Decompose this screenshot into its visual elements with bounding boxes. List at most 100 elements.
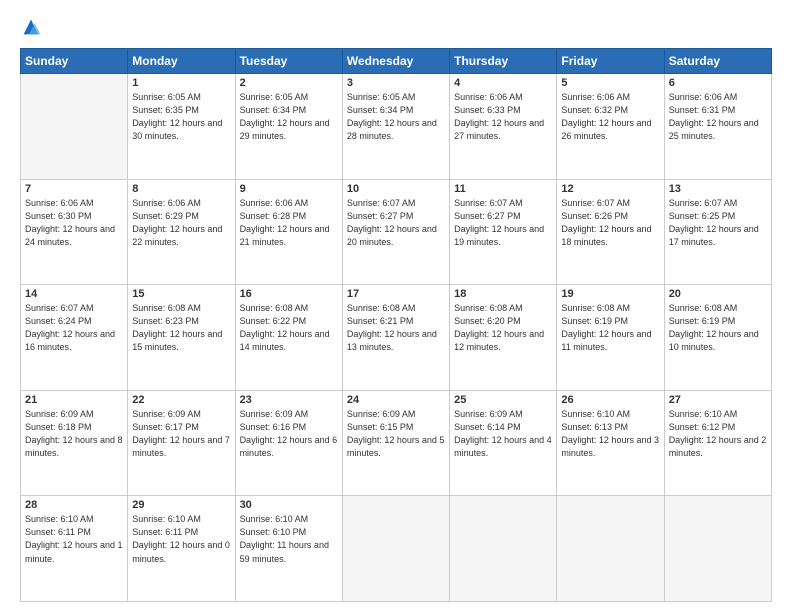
- calendar-header-row: SundayMondayTuesdayWednesdayThursdayFrid…: [21, 49, 772, 74]
- day-info: Sunrise: 6:08 AMSunset: 6:23 PMDaylight:…: [132, 302, 230, 354]
- day-number: 10: [347, 183, 445, 195]
- day-number: 4: [454, 77, 552, 89]
- day-number: 11: [454, 183, 552, 195]
- calendar-cell: 15 Sunrise: 6:08 AMSunset: 6:23 PMDayligh…: [128, 285, 235, 391]
- day-number: 13: [669, 183, 767, 195]
- day-info: Sunrise: 6:09 AMSunset: 6:14 PMDaylight:…: [454, 408, 552, 460]
- day-info: Sunrise: 6:09 AMSunset: 6:15 PMDaylight:…: [347, 408, 445, 460]
- day-info: Sunrise: 6:06 AMSunset: 6:32 PMDaylight:…: [561, 91, 659, 143]
- day-number: 15: [132, 288, 230, 300]
- calendar-cell: 17 Sunrise: 6:08 AMSunset: 6:21 PMDayligh…: [342, 285, 449, 391]
- day-number: 17: [347, 288, 445, 300]
- day-info: Sunrise: 6:07 AMSunset: 6:25 PMDaylight:…: [669, 197, 767, 249]
- day-number: 8: [132, 183, 230, 195]
- day-number: 7: [25, 183, 123, 195]
- calendar-table: SundayMondayTuesdayWednesdayThursdayFrid…: [20, 48, 772, 602]
- calendar-cell: 5 Sunrise: 6:06 AMSunset: 6:32 PMDaylight…: [557, 74, 664, 180]
- day-number: 14: [25, 288, 123, 300]
- day-info: Sunrise: 6:10 AMSunset: 6:13 PMDaylight:…: [561, 408, 659, 460]
- day-info: Sunrise: 6:09 AMSunset: 6:16 PMDaylight:…: [240, 408, 338, 460]
- day-info: Sunrise: 6:06 AMSunset: 6:33 PMDaylight:…: [454, 91, 552, 143]
- day-number: 1: [132, 77, 230, 89]
- page: SundayMondayTuesdayWednesdayThursdayFrid…: [0, 0, 792, 612]
- day-number: 3: [347, 77, 445, 89]
- day-number: 30: [240, 499, 338, 511]
- calendar-cell: [664, 496, 771, 602]
- day-info: Sunrise: 6:06 AMSunset: 6:31 PMDaylight:…: [669, 91, 767, 143]
- calendar-cell: [450, 496, 557, 602]
- col-header-tuesday: Tuesday: [235, 49, 342, 74]
- calendar-cell: 2 Sunrise: 6:05 AMSunset: 6:34 PMDaylight…: [235, 74, 342, 180]
- calendar-week-5: 28 Sunrise: 6:10 AMSunset: 6:11 PMDayligh…: [21, 496, 772, 602]
- day-info: Sunrise: 6:10 AMSunset: 6:11 PMDaylight:…: [132, 513, 230, 565]
- calendar-week-4: 21 Sunrise: 6:09 AMSunset: 6:18 PMDayligh…: [21, 390, 772, 496]
- calendar-week-3: 14 Sunrise: 6:07 AMSunset: 6:24 PMDayligh…: [21, 285, 772, 391]
- calendar-cell: 12Sunrise: 6:07 AMSunset: 6:26 PMDayligh…: [557, 179, 664, 285]
- header: [20, 18, 772, 38]
- calendar-cell: 28 Sunrise: 6:10 AMSunset: 6:11 PMDayligh…: [21, 496, 128, 602]
- day-number: 28: [25, 499, 123, 511]
- day-info: Sunrise: 6:06 AMSunset: 6:28 PMDaylight:…: [240, 197, 338, 249]
- logo: [20, 18, 44, 38]
- calendar-cell: 6Sunrise: 6:06 AMSunset: 6:31 PMDaylight…: [664, 74, 771, 180]
- col-header-thursday: Thursday: [450, 49, 557, 74]
- day-info: Sunrise: 6:06 AMSunset: 6:30 PMDaylight:…: [25, 197, 123, 249]
- calendar-cell: 30 Sunrise: 6:10 AMSunset: 6:10 PMDayligh…: [235, 496, 342, 602]
- day-info: Sunrise: 6:09 AMSunset: 6:18 PMDaylight:…: [25, 408, 123, 460]
- day-number: 24: [347, 394, 445, 406]
- calendar-cell: 11 Sunrise: 6:07 AMSunset: 6:27 PMDayligh…: [450, 179, 557, 285]
- col-header-friday: Friday: [557, 49, 664, 74]
- calendar-cell: [21, 74, 128, 180]
- calendar-cell: 23Sunrise: 6:09 AMSunset: 6:16 PMDayligh…: [235, 390, 342, 496]
- calendar-cell: 9Sunrise: 6:06 AMSunset: 6:28 PMDaylight…: [235, 179, 342, 285]
- col-header-saturday: Saturday: [664, 49, 771, 74]
- day-number: 5: [561, 77, 659, 89]
- calendar-cell: 14 Sunrise: 6:07 AMSunset: 6:24 PMDayligh…: [21, 285, 128, 391]
- calendar-cell: 25 Sunrise: 6:09 AMSunset: 6:14 PMDayligh…: [450, 390, 557, 496]
- calendar-cell: 29Sunrise: 6:10 AMSunset: 6:11 PMDayligh…: [128, 496, 235, 602]
- day-info: Sunrise: 6:05 AMSunset: 6:34 PMDaylight:…: [240, 91, 338, 143]
- day-info: Sunrise: 6:05 AMSunset: 6:34 PMDaylight:…: [347, 91, 445, 143]
- calendar-cell: 20 Sunrise: 6:08 AMSunset: 6:19 PMDayligh…: [664, 285, 771, 391]
- day-info: Sunrise: 6:10 AMSunset: 6:12 PMDaylight:…: [669, 408, 767, 460]
- calendar-cell: 21 Sunrise: 6:09 AMSunset: 6:18 PMDayligh…: [21, 390, 128, 496]
- calendar-cell: [557, 496, 664, 602]
- day-info: Sunrise: 6:05 AMSunset: 6:35 PMDaylight:…: [132, 91, 230, 143]
- day-number: 21: [25, 394, 123, 406]
- day-info: Sunrise: 6:09 AMSunset: 6:17 PMDaylight:…: [132, 408, 230, 460]
- day-info: Sunrise: 6:07 AMSunset: 6:24 PMDaylight:…: [25, 302, 123, 354]
- calendar-cell: 8 Sunrise: 6:06 AMSunset: 6:29 PMDaylight…: [128, 179, 235, 285]
- calendar-cell: 3 Sunrise: 6:05 AMSunset: 6:34 PMDaylight…: [342, 74, 449, 180]
- day-number: 2: [240, 77, 338, 89]
- calendar-cell: 24 Sunrise: 6:09 AMSunset: 6:15 PMDayligh…: [342, 390, 449, 496]
- day-info: Sunrise: 6:07 AMSunset: 6:27 PMDaylight:…: [454, 197, 552, 249]
- day-info: Sunrise: 6:10 AMSunset: 6:11 PMDaylight:…: [25, 513, 123, 565]
- day-number: 20: [669, 288, 767, 300]
- calendar-cell: 19Sunrise: 6:08 AMSunset: 6:19 PMDayligh…: [557, 285, 664, 391]
- day-info: Sunrise: 6:10 AMSunset: 6:10 PMDaylight:…: [240, 513, 338, 565]
- col-header-monday: Monday: [128, 49, 235, 74]
- day-number: 19: [561, 288, 659, 300]
- calendar-cell: 7 Sunrise: 6:06 AMSunset: 6:30 PMDaylight…: [21, 179, 128, 285]
- col-header-wednesday: Wednesday: [342, 49, 449, 74]
- day-number: 27: [669, 394, 767, 406]
- calendar-cell: 18Sunrise: 6:08 AMSunset: 6:20 PMDayligh…: [450, 285, 557, 391]
- calendar-cell: 4 Sunrise: 6:06 AMSunset: 6:33 PMDaylight…: [450, 74, 557, 180]
- calendar-week-1: 1 Sunrise: 6:05 AMSunset: 6:35 PMDaylight…: [21, 74, 772, 180]
- day-number: 12: [561, 183, 659, 195]
- day-number: 16: [240, 288, 338, 300]
- calendar-week-2: 7 Sunrise: 6:06 AMSunset: 6:30 PMDaylight…: [21, 179, 772, 285]
- calendar-cell: 1 Sunrise: 6:05 AMSunset: 6:35 PMDaylight…: [128, 74, 235, 180]
- logo-icon: [20, 16, 42, 38]
- day-info: Sunrise: 6:08 AMSunset: 6:21 PMDaylight:…: [347, 302, 445, 354]
- col-header-sunday: Sunday: [21, 49, 128, 74]
- day-info: Sunrise: 6:07 AMSunset: 6:27 PMDaylight:…: [347, 197, 445, 249]
- day-number: 26: [561, 394, 659, 406]
- calendar-cell: 26 Sunrise: 6:10 AMSunset: 6:13 PMDayligh…: [557, 390, 664, 496]
- day-number: 25: [454, 394, 552, 406]
- day-info: Sunrise: 6:08 AMSunset: 6:19 PMDaylight:…: [669, 302, 767, 354]
- calendar-cell: 13 Sunrise: 6:07 AMSunset: 6:25 PMDayligh…: [664, 179, 771, 285]
- calendar-cell: 22Sunrise: 6:09 AMSunset: 6:17 PMDayligh…: [128, 390, 235, 496]
- day-info: Sunrise: 6:06 AMSunset: 6:29 PMDaylight:…: [132, 197, 230, 249]
- day-info: Sunrise: 6:08 AMSunset: 6:22 PMDaylight:…: [240, 302, 338, 354]
